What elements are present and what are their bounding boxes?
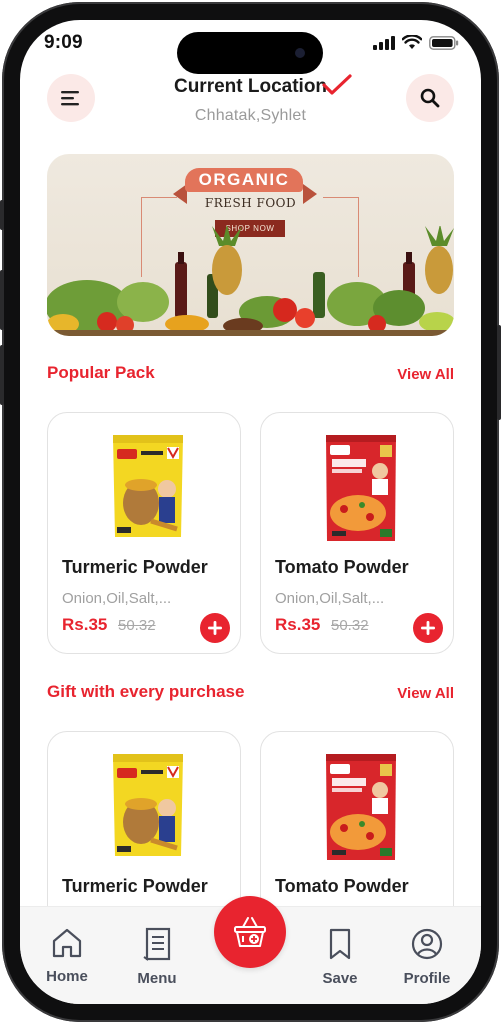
status-time: 9:09 [44,32,83,53]
gift-view-all-link[interactable]: View All [397,685,454,702]
search-button[interactable] [406,74,454,122]
phone-power-button [497,325,501,420]
gift-card-turmeric[interactable]: Turmeric Powder [47,731,241,931]
product-description: Onion,Oil,Salt,... [62,590,172,607]
signal-icon [373,35,395,50]
nav-home-label: Home [46,968,88,985]
check-icon [322,74,352,95]
document-icon [143,927,171,961]
popular-view-all-link[interactable]: View All [397,366,454,383]
gift-section-title: Gift with every purchase [47,682,245,701]
wifi-icon [402,35,422,49]
tomato-pack-image [326,754,396,860]
product-card-turmeric[interactable]: Turmeric Powder Onion,Oil,Salt,... Rs.35… [47,412,241,654]
product-price: Rs.35 [62,615,108,634]
nav-home[interactable]: Home [32,927,102,985]
product-name: Tomato Powder [275,876,409,896]
banner-subtitle: FRESH FOOD [204,196,297,210]
battery-icon [429,35,459,50]
promo-banner[interactable]: ORGANIC FRESH FOOD SHOP NOW [47,154,454,336]
dynamic-island [177,32,323,74]
gift-card-tomato[interactable]: Tomato Powder [260,731,454,931]
phone-volume-down [0,345,4,405]
search-icon [420,88,440,108]
phone-volume-up [0,270,4,330]
nav-profile-label: Profile [403,970,451,987]
nav-save[interactable]: Save [305,927,375,987]
product-card-tomato[interactable]: Tomato Powder Onion,Oil,Salt,... Rs.35 5… [260,412,454,654]
bookmark-icon [329,928,351,960]
product-name: Turmeric Powder [62,557,208,577]
plus-icon [208,621,222,635]
add-to-cart-button[interactable] [413,613,443,643]
product-price: Rs.35 [275,615,321,634]
nav-menu[interactable]: Menu [122,927,192,987]
user-icon [411,928,443,960]
add-to-cart-button[interactable] [200,613,230,643]
location-title: Current Location [173,76,328,97]
nav-save-label: Save [322,970,358,987]
vegetables-illustration [47,226,454,336]
product-name: Turmeric Powder [62,876,208,896]
plus-icon [421,621,435,635]
product-old-price: 50.32 [118,617,156,634]
phone-side-button [0,200,4,230]
popular-section-title: Popular Pack [47,363,155,382]
tomato-pack-image [326,435,396,541]
banner-ribbon: ORGANIC [185,168,303,192]
nav-menu-label: Menu [137,970,177,987]
turmeric-pack-image [113,754,183,856]
product-name: Tomato Powder [275,557,409,577]
status-icons [373,35,459,50]
turmeric-pack-image [113,435,183,537]
nav-profile[interactable]: Profile [392,927,462,987]
cart-button[interactable] [214,896,286,968]
product-old-price: 50.32 [331,617,369,634]
product-description: Onion,Oil,Salt,... [275,590,385,607]
app-screen: 9:09 Current Location Chhatak,Syhlet ORG… [20,20,481,1004]
basket-icon [234,917,266,947]
home-icon [52,928,82,958]
